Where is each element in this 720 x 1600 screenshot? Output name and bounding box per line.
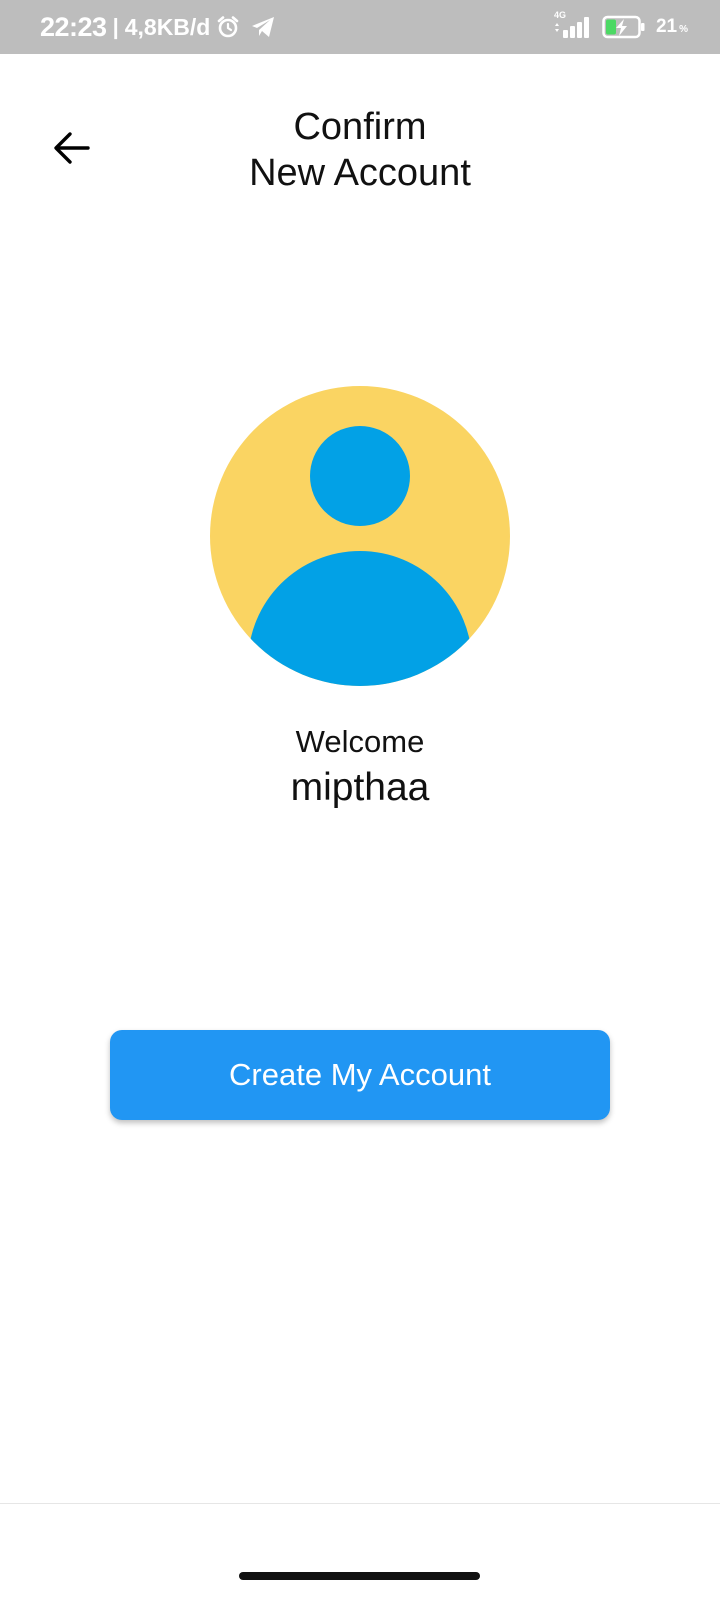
welcome-label: Welcome — [295, 724, 425, 759]
create-account-button[interactable]: Create My Account — [110, 1030, 610, 1120]
telegram-icon — [250, 15, 276, 39]
network-speed: 4,8KB/d — [124, 13, 211, 40]
battery-percent-sign: % — [679, 24, 688, 35]
signal-icon: 4G — [552, 10, 592, 40]
page-title-line2: New Account — [249, 152, 471, 194]
battery-percent-value: 21 — [655, 16, 678, 37]
home-indicator[interactable] — [239, 1572, 480, 1580]
nav-divider — [0, 1503, 720, 1504]
username: mipthaa — [290, 766, 430, 809]
confirm-account-screen: 22:23 | 4,8KB/d 4G 21 % Confirm New Acco… — [0, 0, 720, 1600]
back-button[interactable] — [46, 120, 98, 176]
status-bar: 22:23 | 4,8KB/d 4G 21 % — [0, 0, 720, 54]
arrow-left-icon — [54, 132, 90, 164]
avatar-body — [248, 551, 472, 686]
status-right: 4G 21 % — [552, 0, 688, 54]
user-avatar-icon — [210, 386, 510, 686]
status-time: 22:23 — [40, 11, 107, 42]
battery-charging-icon — [602, 15, 646, 39]
status-separator: | — [112, 14, 119, 39]
page-title-line1: Confirm — [293, 106, 427, 148]
page-title: Confirm New Account — [160, 104, 560, 196]
status-left: 22:23 | 4,8KB/d — [40, 0, 276, 54]
battery-percent: 21 % — [656, 16, 688, 38]
avatar-head — [310, 426, 410, 526]
alarm-icon — [216, 15, 240, 39]
